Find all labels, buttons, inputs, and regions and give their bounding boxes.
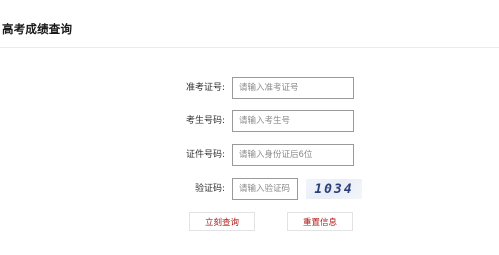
candidate-number-row: 考生号码: <box>0 110 499 132</box>
captcha-label: 验证码: <box>194 184 225 194</box>
exam-number-row: 准考证号: <box>0 77 499 99</box>
candidate-number-label: 考生号码: <box>185 116 225 126</box>
captcha-input[interactable] <box>232 178 298 200</box>
id-number-input[interactable] <box>232 144 354 166</box>
id-number-label: 证件号码: <box>185 150 225 160</box>
captcha-image[interactable]: 1034 <box>306 179 362 199</box>
query-button[interactable]: 立刻查询 <box>189 212 255 231</box>
header-divider <box>0 47 499 48</box>
candidate-number-input[interactable] <box>232 110 354 132</box>
captcha-image-text: 1034 <box>314 181 354 197</box>
id-number-row: 证件号码: <box>0 144 499 166</box>
exam-number-input[interactable] <box>232 77 354 99</box>
captcha-row: 验证码: 1034 <box>0 178 499 200</box>
page-title: 高考成绩查询 <box>2 22 73 36</box>
reset-button[interactable]: 重置信息 <box>287 212 353 231</box>
exam-number-label: 准考证号: <box>185 83 225 93</box>
